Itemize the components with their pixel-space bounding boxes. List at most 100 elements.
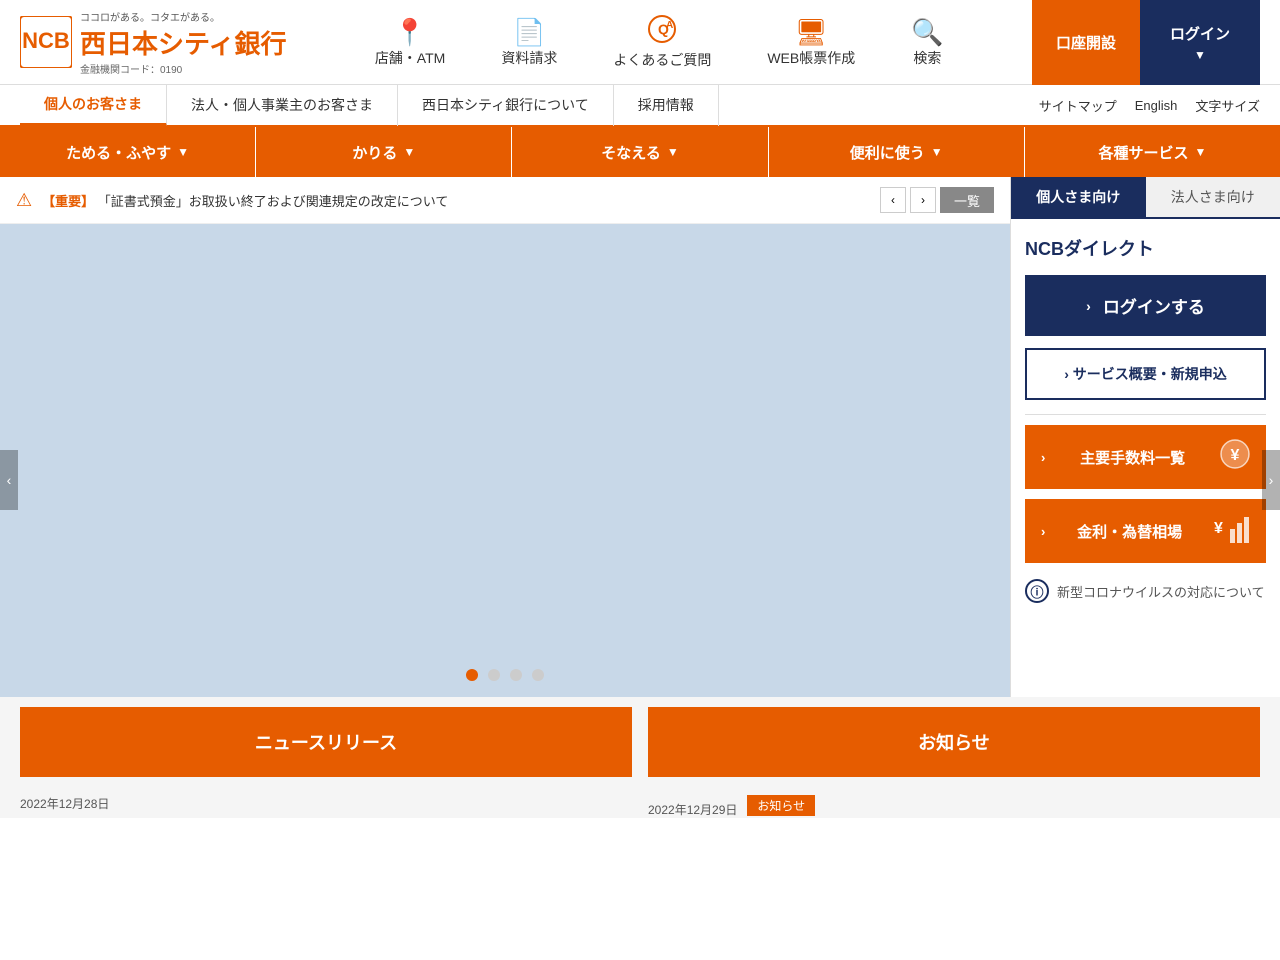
nav-store-atm-label: 店舗・ATM — [375, 48, 446, 68]
slider-dot-1[interactable] — [466, 669, 478, 681]
bottom-section: ニュースリリース お知らせ — [0, 697, 1280, 777]
bank-logo-icon: NCB — [20, 16, 72, 68]
svg-text:¥: ¥ — [1214, 520, 1223, 537]
notice-next-button[interactable]: › — [910, 187, 936, 213]
site-header: NCB ココロがある。コタエがある。 西日本シティ銀行 金融機関コード：0190… — [0, 0, 1280, 85]
bank-code: 金融機関コード：0190 — [80, 61, 286, 76]
logo-tagline: ココロがある。コタエがある。 — [80, 9, 286, 24]
notice-section: 2022年12月29日 お知らせ — [648, 787, 1260, 818]
ncb-service-button[interactable]: › サービス概要・新規申込 — [1025, 348, 1266, 400]
login-button-arrow: ▼ — [1194, 48, 1206, 62]
slider-area: ⚠ 【重要】 「証書式預金」お取扱い終了および関連規定の改定について ‹ › 一… — [0, 177, 1010, 697]
documents-icon: 📄 — [513, 17, 545, 48]
nav-web-statement[interactable]: 🖥 WEB帳票作成 — [739, 17, 883, 68]
fee-list-button[interactable]: › 主要手数料一覧 ¥ — [1025, 425, 1266, 489]
fee-label: 主要手数料一覧 — [1080, 447, 1185, 468]
orange-nav-prepare[interactable]: そなえる ▼ — [512, 127, 768, 177]
nav-faq[interactable]: Q A よくあるご質問 — [585, 15, 739, 70]
faq-icon: Q A — [648, 15, 676, 50]
account-open-button[interactable]: 口座開設 — [1032, 0, 1140, 85]
orange-nav-borrow[interactable]: かりる ▼ — [256, 127, 512, 177]
slider-arrow-left[interactable]: ‹ — [0, 450, 18, 510]
main-content: ⚠ 【重要】 「証書式預金」お取扱い終了および関連規定の改定について ‹ › 一… — [0, 177, 1280, 697]
news-section: 2022年12月28日 — [20, 787, 632, 818]
tab-corporate[interactable]: 法人さま向け — [1146, 177, 1280, 217]
bottom-tabs: ニュースリリース お知らせ — [20, 707, 1260, 777]
rate-arrow-icon: › — [1041, 524, 1045, 539]
nav-web-statement-label: WEB帳票作成 — [767, 48, 855, 68]
panel-divider — [1025, 414, 1266, 415]
svg-text:¥: ¥ — [1231, 447, 1240, 464]
news-date: 2022年12月28日 — [20, 795, 632, 812]
covid-info-icon: ⓘ — [1025, 579, 1049, 603]
tab-notice[interactable]: お知らせ — [648, 707, 1260, 777]
orange-nav-save[interactable]: ためる・ふやす ▼ — [0, 127, 256, 177]
nav-faq-label: よくあるご質問 — [613, 50, 711, 70]
notice-date: 2022年12月29日 — [648, 801, 737, 818]
orange-nav: ためる・ふやす ▼ かりる ▼ そなえる ▼ 便利に使う ▼ 各種サービス ▼ — [0, 127, 1280, 177]
search-icon: 🔍 — [911, 17, 943, 48]
rate-label: 金利・為替相場 — [1077, 521, 1182, 542]
notice-badge: お知らせ — [747, 795, 815, 816]
services-chevron-icon: ▼ — [1194, 145, 1206, 159]
borrow-chevron-icon: ▼ — [403, 145, 415, 159]
slider-arrow-right[interactable]: › — [1262, 450, 1280, 510]
bank-name: 西日本シティ銀行 — [80, 24, 286, 61]
sidebar-item-corporate[interactable]: 法人・個人事業主のお客さま — [167, 84, 398, 126]
slider-dot-2[interactable] — [488, 669, 500, 681]
notice-text[interactable]: 【重要】 「証書式預金」お取扱い終了および関連規定の改定について — [42, 191, 870, 210]
side-panel: 個人さま向け 法人さま向け NCBダイレクト › ログインする › サービス概要… — [1010, 177, 1280, 697]
tab-news-release[interactable]: ニュースリリース — [20, 707, 632, 777]
svg-text:A: A — [666, 20, 673, 31]
fee-arrow-icon: › — [1041, 450, 1045, 465]
login-button-label: ログイン — [1170, 23, 1230, 44]
orange-nav-convenient-label: 便利に使う — [850, 142, 925, 163]
slider-dot-4[interactable] — [532, 669, 544, 681]
ncb-login-arrow-icon: › — [1086, 298, 1091, 314]
rate-chart-icon: ¥ — [1214, 513, 1250, 549]
orange-nav-services[interactable]: 各種サービス ▼ — [1025, 127, 1280, 177]
english-link[interactable]: English — [1135, 98, 1178, 113]
nav-store-atm[interactable]: 📍 店舗・ATM — [347, 17, 474, 68]
notice-warning-icon: ⚠ — [16, 190, 32, 211]
slider-dot-3[interactable] — [510, 669, 522, 681]
orange-nav-convenient[interactable]: 便利に使う ▼ — [769, 127, 1025, 177]
header-nav-icons: 📍 店舗・ATM 📄 資料請求 Q A よくあるご質問 🖥 WEB帳票作成 🔍 … — [286, 15, 1032, 70]
svg-text:NCB: NCB — [22, 28, 70, 53]
sub-nav: 個人のお客さま 法人・個人事業主のお客さま 西日本シティ銀行について 採用情報 … — [0, 85, 1280, 127]
login-button[interactable]: ログイン ▼ — [1140, 0, 1260, 85]
tab-personal[interactable]: 個人さま向け — [1011, 177, 1146, 217]
ncb-direct-title: NCBダイレクト — [1025, 235, 1266, 261]
notice-prev-button[interactable]: ‹ — [880, 187, 906, 213]
header-buttons: 口座開設 ログイン ▼ — [1032, 0, 1260, 85]
sub-nav-right: サイトマップ English 文字サイズ — [1039, 96, 1260, 115]
logo-area: NCB ココロがある。コタエがある。 西日本シティ銀行 金融機関コード：0190 — [20, 9, 286, 76]
orange-nav-borrow-label: かりる — [352, 142, 397, 163]
logo-text: ココロがある。コタエがある。 西日本シティ銀行 金融機関コード：0190 — [80, 9, 286, 76]
ncb-login-button[interactable]: › ログインする — [1025, 275, 1266, 336]
convenient-chevron-icon: ▼ — [931, 145, 943, 159]
ncb-login-label: ログインする — [1103, 293, 1205, 318]
web-statement-icon: 🖥 — [795, 17, 828, 48]
sidebar-item-personal[interactable]: 個人のお客さま — [20, 84, 167, 126]
nav-documents[interactable]: 📄 資料請求 — [473, 17, 585, 68]
covid-notice[interactable]: ⓘ 新型コロナウイルスの対応について — [1025, 579, 1266, 603]
sitemap-link[interactable]: サイトマップ — [1039, 96, 1117, 115]
orange-nav-services-label: 各種サービス — [1098, 142, 1188, 163]
sub-nav-items: 個人のお客さま 法人・個人事業主のお客さま 西日本シティ銀行について 採用情報 — [20, 84, 1039, 126]
notice-list-button[interactable]: 一覧 — [940, 187, 994, 213]
orange-nav-save-label: ためる・ふやす — [66, 142, 171, 163]
slider-image-area[interactable] — [0, 224, 1010, 697]
nav-search[interactable]: 🔍 検索 — [883, 17, 971, 68]
fee-yen-icon: ¥ — [1220, 439, 1250, 475]
save-chevron-icon: ▼ — [177, 145, 189, 159]
notice-body-text: 「証書式預金」お取扱い終了および関連規定の改定について — [98, 194, 449, 209]
font-size-link[interactable]: 文字サイズ — [1195, 96, 1260, 115]
notice-nav: ‹ › 一覧 — [880, 187, 994, 213]
sidebar-item-about[interactable]: 西日本シティ銀行について — [398, 84, 614, 126]
rate-button[interactable]: › 金利・為替相場 ¥ — [1025, 499, 1266, 563]
notice-bar: ⚠ 【重要】 「証書式預金」お取扱い終了および関連規定の改定について ‹ › 一… — [0, 177, 1010, 224]
sidebar-item-recruit[interactable]: 採用情報 — [614, 84, 719, 126]
bottom-content: 2022年12月28日 2022年12月29日 お知らせ — [0, 777, 1280, 818]
orange-nav-prepare-label: そなえる — [601, 142, 661, 163]
